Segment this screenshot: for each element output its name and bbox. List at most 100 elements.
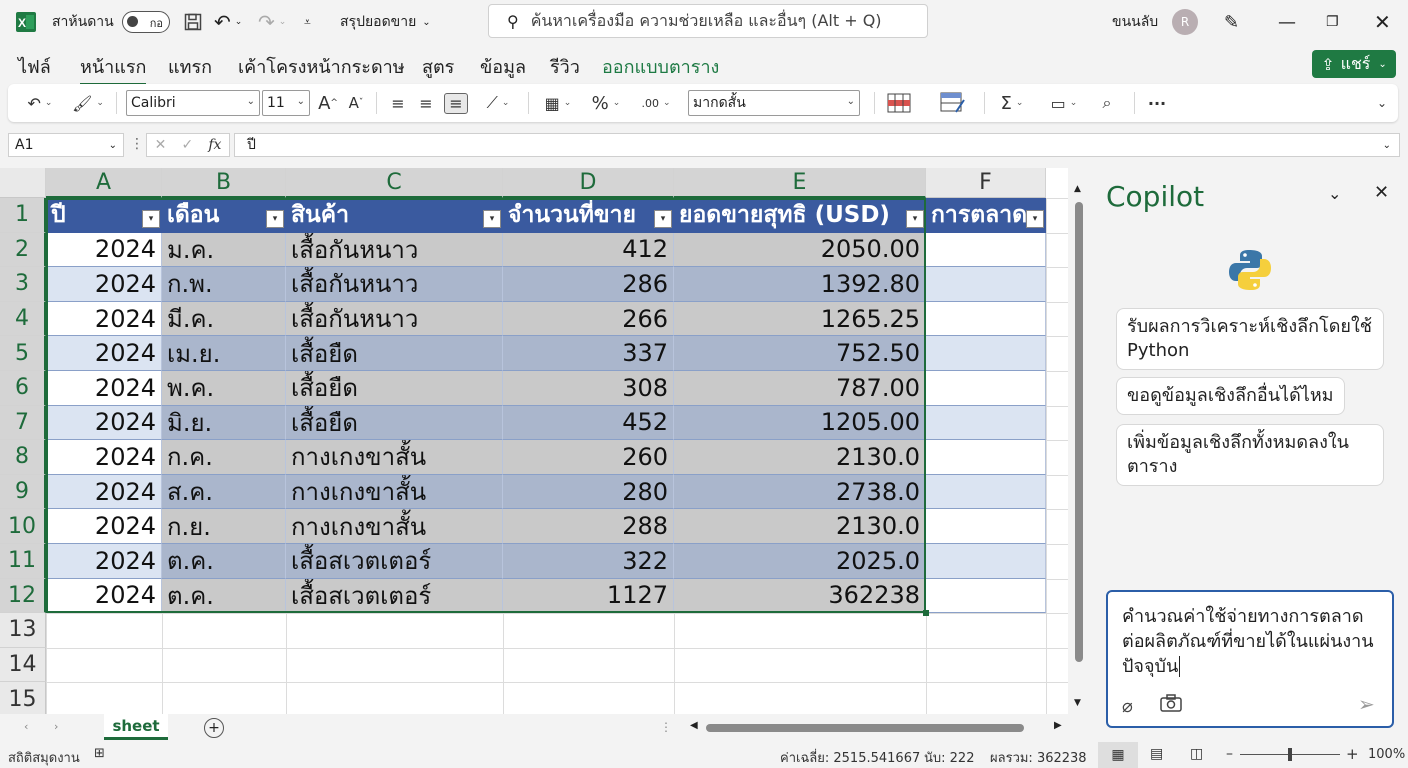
- table-cell[interactable]: เสื้อยืด: [286, 336, 503, 371]
- format-table-icon[interactable]: [938, 84, 968, 122]
- minimize-icon[interactable]: —: [1278, 0, 1296, 44]
- table-cell[interactable]: 266: [503, 301, 674, 337]
- page-layout-view-icon[interactable]: ▤: [1150, 746, 1163, 762]
- decrease-font-icon[interactable]: Aˇ: [344, 84, 368, 122]
- prev-sheet-icon[interactable]: ‹: [24, 720, 28, 733]
- copilot-prompt-input[interactable]: คำนวณค่าใช้จ่ายทางการตลาดต่อผลิตภัณฑ์ที่…: [1106, 590, 1394, 728]
- row-header-14[interactable]: 14: [0, 647, 46, 683]
- table-cell[interactable]: 288: [503, 509, 674, 544]
- fx-icon[interactable]: fx: [208, 137, 221, 153]
- table-cell[interactable]: ส.ค.: [162, 474, 286, 510]
- tab-table-design[interactable]: ออกแบบตาราง: [602, 52, 719, 81]
- tab-review[interactable]: รีวิว: [550, 52, 580, 81]
- next-sheet-icon[interactable]: ›: [54, 720, 58, 733]
- table-cell[interactable]: กางเกงขาสั้น: [286, 509, 503, 544]
- table-cell[interactable]: มิ.ย.: [162, 405, 286, 441]
- chevron-down-icon[interactable]: ⌄: [1328, 184, 1341, 203]
- font-size-select[interactable]: 11 ⌄: [262, 90, 310, 116]
- row-header-7[interactable]: 7: [0, 405, 46, 441]
- copilot-suggestion-more[interactable]: ขอดูข้อมูลเชิงลึกอื่นได้ไหม: [1116, 377, 1345, 415]
- table-cell[interactable]: เสื้อสเวตเตอร์: [286, 578, 503, 614]
- row-header-8[interactable]: 8: [0, 440, 46, 475]
- close-icon[interactable]: ✕: [1374, 0, 1391, 44]
- fill-icon[interactable]: ▭ ⌄: [1042, 84, 1086, 122]
- format-painter-icon[interactable]: 🖌 ⌄: [66, 84, 110, 122]
- table-cell[interactable]: 2024: [46, 544, 162, 579]
- align-right-icon[interactable]: ≡: [442, 84, 470, 122]
- avatar[interactable]: R: [1172, 0, 1198, 44]
- table-cell[interactable]: [926, 232, 1046, 268]
- analyze-icon[interactable]: ⌕: [1092, 84, 1122, 122]
- table-header-cell[interactable]: จำนวนที่ขาย ▾: [503, 198, 674, 233]
- column-header-c[interactable]: C: [286, 168, 503, 198]
- table-cell[interactable]: 452: [503, 405, 674, 441]
- table-cell[interactable]: มี.ค.: [162, 301, 286, 337]
- page-break-view-icon[interactable]: ◫: [1190, 746, 1203, 762]
- table-cell[interactable]: [926, 509, 1046, 544]
- row-header-9[interactable]: 9: [0, 474, 46, 510]
- table-cell[interactable]: พ.ค.: [162, 371, 286, 406]
- table-cell[interactable]: เสื้อกันหนาว: [286, 267, 503, 302]
- undo-icon[interactable]: ↶ ⌄: [214, 0, 242, 44]
- table-cell[interactable]: ก.ย.: [162, 509, 286, 544]
- table-cell[interactable]: ก.พ.: [162, 267, 286, 302]
- spreadsheet-grid[interactable]: A B C D E F 1 2 3 4 5 6 7 8 9 10 11 12 13 14 15 ปี ▾ เดือน ▾ สินค…: [0, 168, 1068, 714]
- table-cell[interactable]: [926, 301, 1046, 337]
- table-cell[interactable]: เสื้อกันหนาว: [286, 301, 503, 337]
- autosum-icon[interactable]: Σ ⌄: [992, 84, 1032, 122]
- table-cell[interactable]: 2024: [46, 405, 162, 441]
- table-cell[interactable]: 2130.0: [674, 440, 926, 475]
- tab-formulas[interactable]: สูตร: [422, 52, 454, 81]
- table-cell[interactable]: [926, 371, 1046, 406]
- filename[interactable]: สรุปยอดขาย ⌄: [340, 0, 431, 44]
- borders-icon[interactable]: ▦ ⌄: [538, 84, 578, 122]
- row-header-11[interactable]: 11: [0, 544, 46, 579]
- row-header-12[interactable]: 12: [0, 578, 46, 614]
- table-cell[interactable]: 322: [503, 544, 674, 579]
- tab-data[interactable]: ข้อมูล: [480, 52, 526, 81]
- select-all-corner[interactable]: [0, 168, 46, 198]
- more-options-icon[interactable]: ···: [1142, 84, 1172, 122]
- column-header-b[interactable]: B: [162, 168, 286, 198]
- table-cell[interactable]: [926, 544, 1046, 579]
- sheet-tab[interactable]: sheet: [104, 714, 168, 740]
- align-center-icon[interactable]: ≡: [414, 84, 438, 122]
- row-header-13[interactable]: 13: [0, 613, 46, 648]
- table-cell[interactable]: [926, 578, 1046, 614]
- customize-qat-icon[interactable]: ⩡: [304, 0, 311, 44]
- table-cell[interactable]: 1127: [503, 578, 674, 614]
- filter-dropdown-icon[interactable]: ▾: [906, 210, 924, 228]
- share-button[interactable]: ⇪ แชร์ ⌄: [1312, 50, 1396, 78]
- percent-icon[interactable]: % ⌄: [586, 84, 626, 122]
- redo-icon[interactable]: ↷ ⌄: [258, 0, 286, 44]
- cancel-icon[interactable]: ✕: [155, 137, 167, 153]
- table-header-cell[interactable]: การตลาด ▾: [926, 198, 1046, 233]
- orientation-icon[interactable]: ⟋ ⌄: [478, 84, 518, 122]
- send-icon[interactable]: ➢: [1358, 692, 1375, 717]
- table-cell[interactable]: เม.ย.: [162, 336, 286, 371]
- save-icon[interactable]: [184, 0, 202, 44]
- table-cell[interactable]: 2738.0: [674, 474, 926, 510]
- enter-icon[interactable]: ✓: [181, 137, 193, 153]
- filter-dropdown-icon[interactable]: ▾: [266, 210, 284, 228]
- zoom-slider-thumb[interactable]: [1288, 748, 1292, 761]
- filter-dropdown-icon[interactable]: ▾: [1026, 210, 1044, 228]
- column-header-e[interactable]: E: [674, 168, 926, 198]
- table-cell[interactable]: เสื้อยืด: [286, 405, 503, 441]
- align-left-icon[interactable]: ≡: [386, 84, 410, 122]
- table-cell[interactable]: 362238: [674, 578, 926, 614]
- increase-font-icon[interactable]: A ^: [316, 84, 340, 122]
- table-cell[interactable]: 2024: [46, 474, 162, 510]
- filter-dropdown-icon[interactable]: ▾: [654, 210, 672, 228]
- filter-dropdown-icon[interactable]: ▾: [483, 210, 501, 228]
- formula-input[interactable]: ปี ⌄: [234, 133, 1400, 157]
- table-cell[interactable]: 1265.25: [674, 301, 926, 337]
- pen-icon[interactable]: ✎: [1224, 0, 1239, 44]
- table-cell[interactable]: กางเกงขาสั้น: [286, 440, 503, 475]
- table-cell[interactable]: [926, 336, 1046, 371]
- tab-insert[interactable]: แทรก: [168, 52, 212, 81]
- table-cell[interactable]: 1392.80: [674, 267, 926, 302]
- table-cell[interactable]: เสื้อยืด: [286, 371, 503, 406]
- table-cell[interactable]: ต.ค.: [162, 544, 286, 579]
- table-cell[interactable]: 2130.0: [674, 509, 926, 544]
